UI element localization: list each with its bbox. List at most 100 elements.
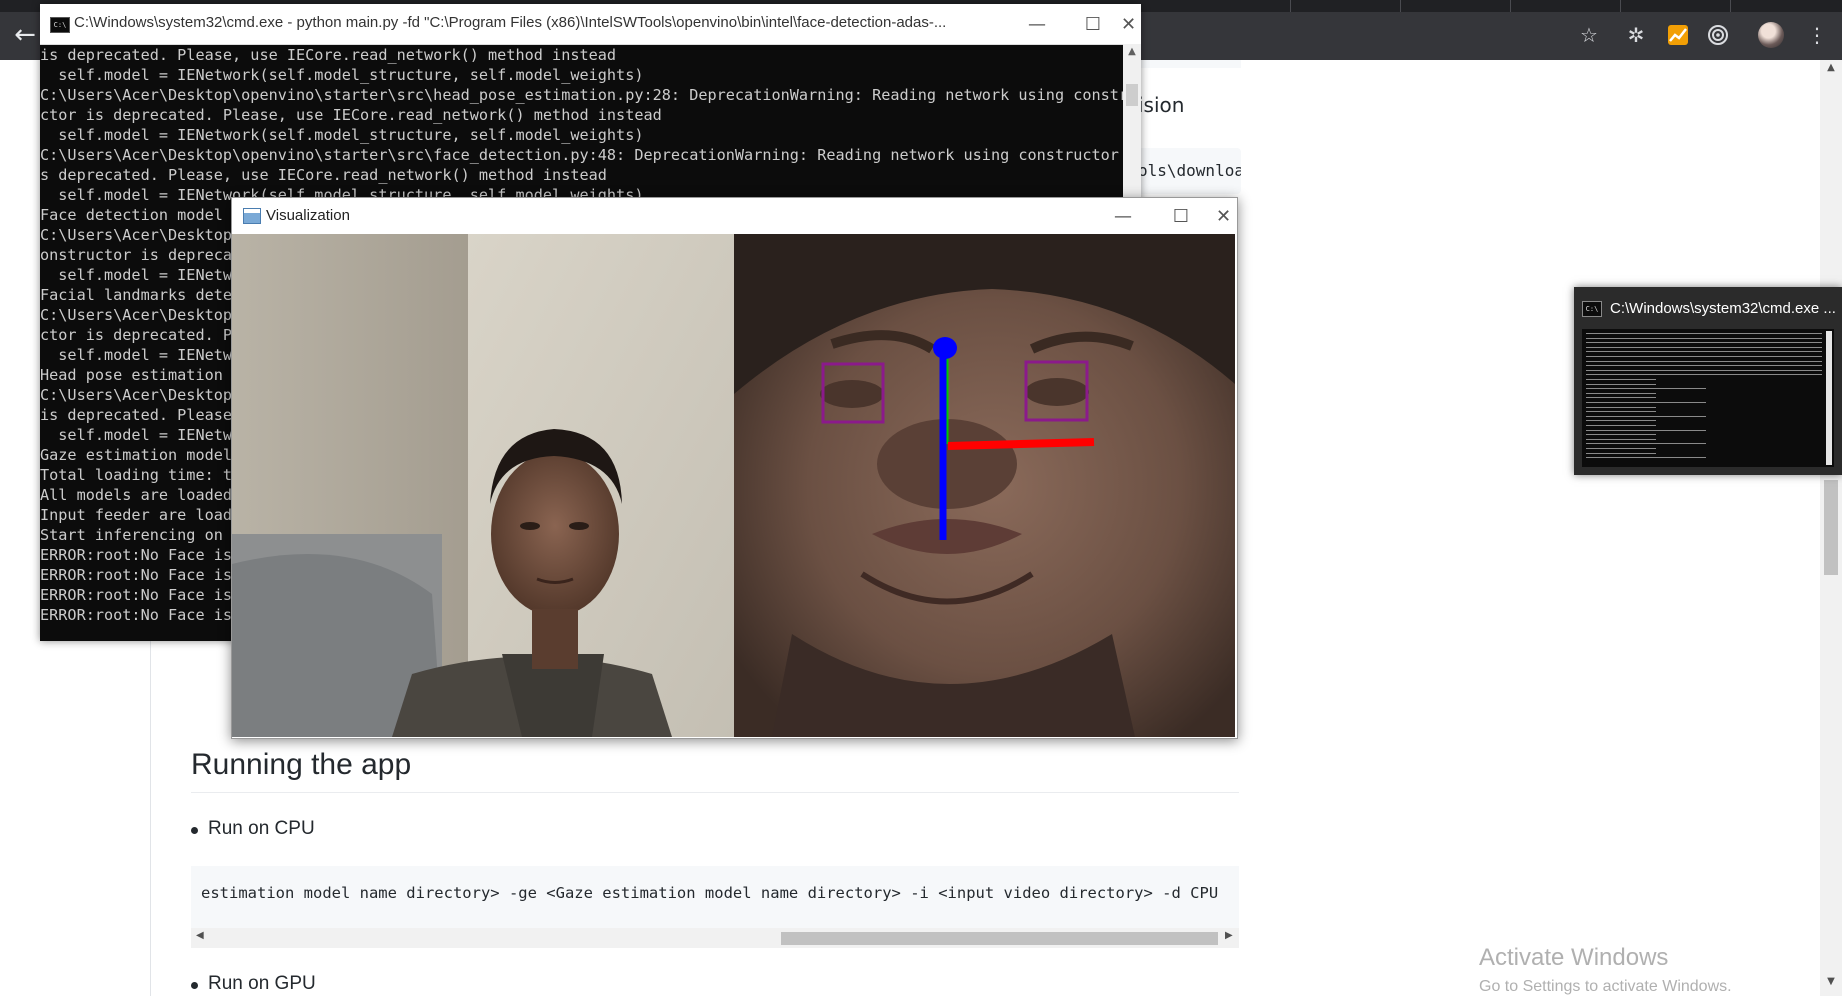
thumbnail-text-line <box>1586 402 1706 403</box>
thumbnail-text-line <box>1586 429 1706 431</box>
browser-tab[interactable] <box>1290 0 1401 12</box>
bullet-run-on-cpu: Run on CPU <box>191 818 315 839</box>
console-line: All models are loaded <box>40 486 233 504</box>
profile-avatar[interactable] <box>1758 22 1784 48</box>
back-arrow-icon[interactable]: ← <box>10 20 40 50</box>
browser-tab[interactable] <box>1510 0 1621 12</box>
console-line: Head pose estimation <box>40 366 223 384</box>
browser-tab[interactable] <box>1180 0 1291 12</box>
minimize-button[interactable]: — <box>1008 4 1066 44</box>
thumbnail-text-line <box>1586 356 1822 357</box>
head-pose-x-axis <box>947 438 1095 450</box>
console-line: onstructor is depreca <box>40 246 233 264</box>
console-line: self.model = IENetw <box>40 426 233 444</box>
page-scroll-thumb[interactable] <box>1824 480 1838 575</box>
thumbnail-text-line <box>1586 434 1656 436</box>
code-fragment: ols\downloa <box>1138 148 1241 194</box>
video-frame <box>232 234 1235 737</box>
close-button[interactable]: ✕ <box>1116 4 1141 44</box>
thumbnail-text-line <box>1586 406 1656 408</box>
nose-point-marker <box>933 337 957 359</box>
console-line: ERROR:root:No Face is <box>40 566 233 584</box>
thumbnail-text-line <box>1586 443 1706 445</box>
console-line: C:\Users\Acer\Desktop <box>40 226 233 244</box>
thumbnail-text-line <box>1586 369 1822 371</box>
avatar <box>1758 22 1784 48</box>
console-line: ctor is deprecated. Please, use IECore.r… <box>40 106 662 124</box>
console-line: is deprecated. Please, use IECore.read_n… <box>40 46 617 64</box>
console-line: self.model = IENetwork(self.model_struct… <box>40 126 644 144</box>
thumbnail-text-line <box>1586 337 1822 339</box>
visualization-window[interactable]: Visualization — ☐ ✕ <box>231 197 1238 739</box>
section-heading: Running the app <box>191 748 412 781</box>
console-line: s deprecated. Please, use IECore.read_ne… <box>40 166 607 184</box>
taskbar-thumbnail[interactable]: C:\ C:\Windows\system32\cmd.exe ... <box>1574 287 1842 475</box>
cmd-titlebar[interactable]: C:\ C:\Windows\system32\cmd.exe - python… <box>40 4 1141 45</box>
console-line: is deprecated. Please <box>40 406 233 424</box>
minimize-button[interactable]: — <box>1094 198 1152 234</box>
console-line: C:\Users\Acer\Desktop\openvino\starter\s… <box>40 146 1123 164</box>
thumbnail-text-line <box>1586 342 1822 344</box>
thumbnail-text-line <box>1586 415 1706 417</box>
page-right-margin <box>1281 60 1821 996</box>
code-scroll-thumb[interactable] <box>781 932 1218 945</box>
thumbnail-text-line <box>1586 420 1656 422</box>
thumbnail-text-line <box>1586 457 1706 459</box>
code-line: estimation model name directory> -ge <Ga… <box>201 884 1219 902</box>
maximize-button[interactable]: ☐ <box>1152 198 1210 234</box>
thumbnail-text-line <box>1586 452 1656 454</box>
browser-tab[interactable] <box>1620 0 1731 12</box>
thumbnail-text-line <box>1586 379 1656 380</box>
visualization-title: Visualization <box>266 207 350 224</box>
heading-divider <box>191 792 1239 793</box>
thumbnail-text-line <box>1586 392 1656 394</box>
console-line: self.model = IENetw <box>40 346 233 364</box>
scroll-down-icon[interactable]: ▼ <box>1824 976 1838 990</box>
target-extension-icon[interactable] <box>1705 22 1731 48</box>
thumbnail-text-line <box>1586 411 1656 413</box>
menu-icon[interactable]: ⋮ <box>1804 22 1830 48</box>
thumbnail-text-line <box>1586 351 1822 353</box>
console-line: C:\Users\Acer\Desktop <box>40 386 233 404</box>
console-line: Face detection model <box>40 206 223 224</box>
window-icon <box>243 208 261 224</box>
console-line: self.model = IENetw <box>40 266 233 284</box>
console-line: Start inferencing on <box>40 526 223 544</box>
chart-extension-icon[interactable] <box>1665 22 1691 48</box>
face-crop-frame <box>734 234 1235 737</box>
activate-windows-title: Activate Windows <box>1479 944 1669 971</box>
scroll-right-icon[interactable]: ▶ <box>1225 930 1233 941</box>
console-line: Total loading time: t <box>40 466 233 484</box>
console-line: Input feeder are load <box>40 506 233 524</box>
thumbnail-text-line <box>1586 448 1656 449</box>
console-line: Facial landmarks dete <box>40 286 233 304</box>
bullet-run-on-gpu: Run on GPU <box>191 973 316 994</box>
thumbnail-text-line <box>1586 397 1656 399</box>
console-line: ERROR:root:No Face is <box>40 606 233 624</box>
thumbnail-text-line <box>1586 425 1656 426</box>
thumbnail-text-line <box>1586 365 1822 367</box>
browser-tab[interactable] <box>1400 0 1511 12</box>
cmd-window-title: C:\Windows\system32\cmd.exe - python mai… <box>74 14 947 31</box>
activate-windows-subtitle: Go to Settings to activate Windows. <box>1479 978 1732 995</box>
console-line: C:\Users\Acer\Desktop\openvino\starter\s… <box>40 86 1123 104</box>
scroll-up-icon[interactable]: ▲ <box>1123 46 1141 57</box>
console-line: ERROR:root:No Face is <box>40 546 233 564</box>
close-button[interactable]: ✕ <box>1210 198 1237 234</box>
maximize-button[interactable]: ☐ <box>1064 4 1122 44</box>
console-scroll-thumb[interactable] <box>1126 84 1138 106</box>
thumbnail-title: C:\Windows\system32\cmd.exe ... <box>1610 300 1836 317</box>
cmd-icon: C:\ <box>1582 301 1602 317</box>
visualization-titlebar[interactable]: Visualization — ☐ ✕ <box>232 198 1237 234</box>
extensions-icon[interactable]: ✲ <box>1623 22 1649 48</box>
scroll-up-icon[interactable]: ▲ <box>1824 62 1838 76</box>
cmd-icon: C:\ <box>50 17 70 33</box>
star-icon[interactable]: ☆ <box>1576 22 1602 48</box>
scroll-left-icon[interactable]: ◀ <box>196 930 204 941</box>
heading-fragment: ision <box>1138 93 1185 117</box>
console-line: self.model = IENetwork(self.model_struct… <box>40 66 644 84</box>
thumbnail-scrollbar <box>1826 331 1832 465</box>
thumbnail-preview <box>1582 329 1834 467</box>
thumbnail-text-line <box>1586 346 1822 348</box>
webcam-frame <box>232 234 734 737</box>
